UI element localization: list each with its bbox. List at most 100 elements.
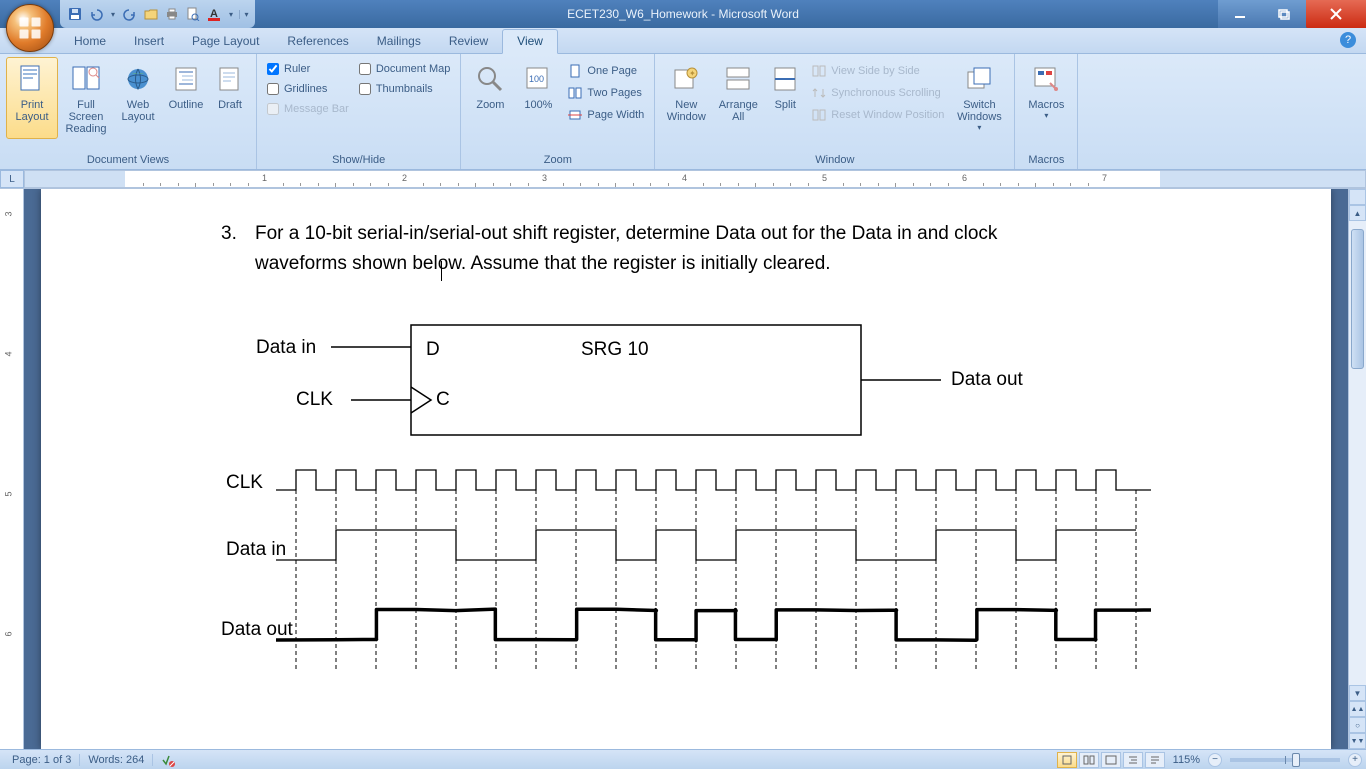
split-handle[interactable] (1349, 189, 1366, 205)
ribbon-tabs: Home Insert Page Layout References Maili… (0, 28, 1366, 54)
undo-icon[interactable] (87, 5, 105, 23)
new-window-button[interactable]: ✦ New Window (661, 57, 711, 139)
sidebyside-icon (811, 63, 827, 79)
zoom-out-button[interactable]: − (1208, 753, 1222, 767)
question-text-1: For a 10-bit serial-in/serial-out shift … (255, 219, 997, 249)
print-layout-button[interactable]: Print Layout (6, 57, 58, 139)
chevron-down-icon: ▾ (977, 123, 981, 132)
split-icon (768, 62, 802, 96)
fullscreen-view-icon[interactable] (1079, 752, 1099, 768)
page-container: 3. For a 10-bit serial-in/serial-out shi… (24, 189, 1348, 749)
zoom-slider[interactable] (1230, 758, 1340, 762)
close-button[interactable] (1306, 0, 1366, 28)
one-page-icon (567, 63, 583, 79)
draft-button[interactable]: Draft (210, 57, 250, 139)
tab-references[interactable]: References (273, 30, 362, 53)
text-cursor (441, 261, 442, 281)
prev-page-icon[interactable]: ▲▲ (1349, 701, 1366, 717)
maximize-button[interactable] (1262, 0, 1306, 28)
macros-icon (1029, 62, 1063, 96)
arrange-icon (721, 62, 755, 96)
office-button[interactable] (6, 4, 54, 52)
docviews-label: Document Views (6, 152, 250, 169)
print-layout-icon (15, 62, 49, 96)
fontcolor-icon[interactable]: A (205, 5, 223, 23)
zoom-thumb[interactable] (1292, 753, 1300, 767)
svg-text:Data in: Data in (256, 337, 316, 358)
draft-icon (213, 62, 247, 96)
showhide-label: Show/Hide (263, 152, 454, 169)
tab-home[interactable]: Home (60, 30, 120, 53)
zoom-button[interactable]: Zoom (467, 57, 513, 139)
thumbnails-checkbox[interactable]: Thumbnails (355, 81, 455, 97)
fullscreen-reading-button[interactable]: Full Screen Reading (60, 57, 112, 139)
svg-text:D: D (426, 339, 440, 360)
timing-diagram: CLKData inData out (221, 460, 1181, 680)
split-button[interactable]: Split (765, 57, 805, 139)
page-status[interactable]: Page: 1 of 3 (4, 754, 80, 766)
window-label: Window (661, 152, 1008, 169)
web-layout-button[interactable]: Web Layout (114, 57, 162, 139)
web-view-icon[interactable] (1101, 752, 1121, 768)
chevron-down-icon: ▾ (1044, 111, 1048, 120)
outline-icon (169, 62, 203, 96)
svg-text:Data out: Data out (951, 369, 1024, 390)
ribbon: Print Layout Full Screen Reading Web Lay… (0, 54, 1366, 170)
vertical-scrollbar[interactable]: ▲ ▼ ▲▲ ○ ▼▼ (1348, 189, 1366, 749)
qat-customize-icon[interactable]: ▾ (239, 10, 249, 19)
word-count[interactable]: Words: 264 (80, 754, 153, 766)
page-width-button[interactable]: Page Width (563, 105, 648, 125)
browse-object-icon[interactable]: ○ (1349, 717, 1366, 733)
save-icon[interactable] (66, 5, 84, 23)
ruler-row: L 1234567 (0, 170, 1366, 189)
ruler-checkbox[interactable]: Ruler (263, 61, 353, 77)
switch-windows-button[interactable]: Switch Windows ▾ (950, 57, 1008, 139)
block-diagram: Data in D SRG 10 CLK C Data out (251, 315, 1111, 445)
next-page-icon[interactable]: ▼▼ (1349, 733, 1366, 749)
tab-page-layout[interactable]: Page Layout (178, 30, 273, 53)
status-bar: Page: 1 of 3 Words: 264 115% − + (0, 749, 1366, 769)
help-icon[interactable]: ? (1340, 32, 1356, 48)
minimize-button[interactable] (1218, 0, 1262, 28)
zoom-in-button[interactable]: + (1348, 753, 1362, 767)
document-page[interactable]: 3. For a 10-bit serial-in/serial-out shi… (41, 189, 1331, 749)
quickprint-icon[interactable] (163, 5, 181, 23)
zoom-level[interactable]: 115% (1173, 754, 1200, 766)
two-pages-button[interactable]: Two Pages (563, 83, 648, 103)
macros-label: Macros (1021, 152, 1071, 169)
vertical-ruler[interactable]: 3456 (0, 189, 24, 749)
open-icon[interactable] (142, 5, 160, 23)
horizontal-ruler[interactable]: 1234567 (24, 170, 1366, 188)
scroll-down-icon[interactable]: ▼ (1349, 685, 1366, 701)
gridlines-checkbox[interactable]: Gridlines (263, 81, 353, 97)
tab-mailings[interactable]: Mailings (363, 30, 435, 53)
zoom-100-button[interactable]: 100 100% (515, 57, 561, 139)
scroll-up-icon[interactable]: ▲ (1349, 205, 1366, 221)
msgbar-checkbox[interactable]: Message Bar (263, 101, 353, 117)
docmap-checkbox[interactable]: Document Map (355, 61, 455, 77)
scroll-thumb[interactable] (1351, 229, 1364, 369)
side-by-side-button: View Side by Side (807, 61, 948, 81)
qat-dropdown-icon[interactable]: ▾ (226, 10, 236, 19)
switch-icon (962, 62, 996, 96)
svg-text:CLK: CLK (226, 472, 263, 493)
tab-view[interactable]: View (502, 29, 558, 54)
tab-review[interactable]: Review (435, 30, 502, 53)
quick-access-toolbar: ▾ A ▾ ▾ (60, 0, 255, 28)
zoom-icon (473, 62, 507, 96)
arrange-all-button[interactable]: Arrange All (713, 57, 763, 139)
draft-view-icon[interactable] (1145, 752, 1165, 768)
macros-button[interactable]: Macros ▾ (1021, 57, 1071, 139)
svg-text:SRG 10: SRG 10 (581, 339, 649, 360)
outline-button[interactable]: Outline (164, 57, 208, 139)
tab-insert[interactable]: Insert (120, 30, 178, 53)
one-page-button[interactable]: One Page (563, 61, 648, 81)
preview-icon[interactable] (184, 5, 202, 23)
tab-selector[interactable]: L (0, 170, 24, 188)
page-width-icon (567, 107, 583, 123)
outline-view-icon[interactable] (1123, 752, 1143, 768)
proofing-icon[interactable] (153, 753, 183, 767)
printlayout-view-icon[interactable] (1057, 752, 1077, 768)
redo-icon[interactable] (121, 5, 139, 23)
svg-text:✦: ✦ (689, 69, 696, 78)
